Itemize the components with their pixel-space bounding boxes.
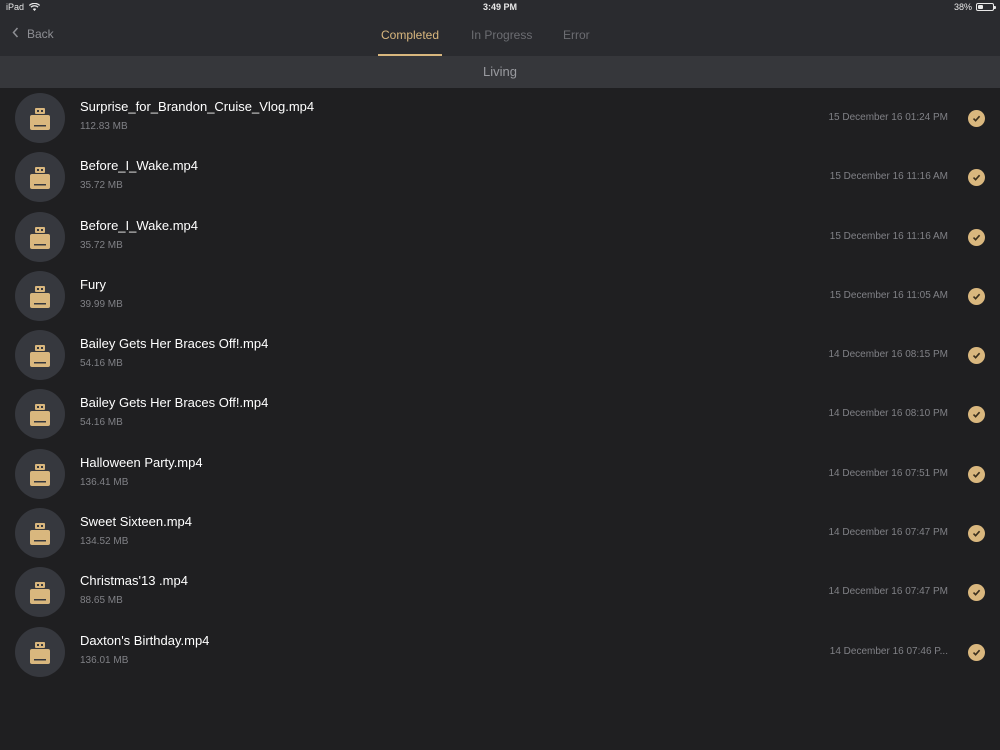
completed-badge bbox=[968, 584, 985, 602]
completed-badge bbox=[968, 465, 985, 483]
item-size: 35.72 MB bbox=[80, 239, 123, 251]
check-icon bbox=[972, 234, 981, 241]
tab-error[interactable]: Error bbox=[563, 28, 590, 42]
device-drive-icon bbox=[30, 463, 50, 486]
battery-level bbox=[978, 5, 983, 9]
item-title: Fury bbox=[80, 276, 106, 292]
device-drive-icon bbox=[30, 345, 50, 368]
app-window: iPad 3:49 PM 38% Back Completed In Progr… bbox=[0, 0, 1000, 750]
list-item[interactable]: Fury 39.99 MB 15 December 16 11:05 AM bbox=[0, 266, 1000, 325]
device-drive-icon bbox=[30, 108, 50, 130]
device-drive-icon bbox=[30, 285, 50, 308]
thumbnail bbox=[15, 211, 65, 262]
item-date: 14 December 16 08:10 PM bbox=[828, 408, 948, 420]
device-drive-icon bbox=[30, 167, 50, 190]
item-size: 136.41 MB bbox=[80, 476, 129, 488]
item-date: 14 December 16 07:47 PM bbox=[828, 527, 948, 539]
thumbnail bbox=[15, 626, 65, 677]
item-size: 39.99 MB bbox=[80, 298, 123, 310]
check-icon bbox=[972, 530, 981, 537]
thumbnail bbox=[15, 389, 65, 440]
item-title: Before_I_Wake.mp4 bbox=[80, 217, 199, 233]
item-size: 134.52 MB bbox=[80, 536, 129, 548]
battery-icon bbox=[976, 3, 996, 11]
thumbnail bbox=[15, 270, 65, 321]
list-item[interactable]: Before_I_Wake.mp4 35.72 MB 15 December 16 … bbox=[0, 147, 1000, 206]
device-drive-icon bbox=[30, 641, 50, 664]
completed-badge bbox=[968, 347, 985, 365]
section-header: Living bbox=[0, 56, 1000, 88]
item-title: Bailey Gets Her Braces Off!.mp4 bbox=[80, 395, 269, 411]
tab-bar: Completed In Progress Error bbox=[0, 15, 1000, 56]
thumbnail bbox=[15, 93, 65, 143]
list-item[interactable]: Christmas'13 .mp4 88.65 MB 14 December 16 … bbox=[0, 562, 1000, 621]
item-date: 14 December 16 07:51 PM bbox=[828, 467, 948, 479]
nav-bar: Back Completed In Progress Error bbox=[0, 15, 1000, 56]
item-date: 14 December 16 07:46 P... bbox=[829, 645, 948, 657]
list-item[interactable]: Halloween Party.mp4 136.41 MB 14 December … bbox=[0, 444, 1000, 503]
thumbnail bbox=[15, 508, 65, 559]
check-icon bbox=[972, 590, 981, 597]
completed-badge bbox=[968, 228, 985, 246]
thumbnail bbox=[15, 330, 65, 381]
item-size: 112.83 MB bbox=[80, 121, 128, 132]
item-date: 15 December 16 11:16 AM bbox=[829, 171, 948, 183]
thumbnail bbox=[15, 567, 65, 618]
item-title: Christmas'13 .mp4 bbox=[80, 573, 188, 589]
device-drive-icon bbox=[30, 404, 50, 427]
list-item[interactable]: Surprise_for_Brandon_Cruise_Vlog.mp4 112.… bbox=[0, 88, 1000, 147]
status-bar: iPad 3:49 PM 38% bbox=[0, 0, 1000, 15]
thumbnail bbox=[15, 152, 65, 203]
list-item[interactable]: Daxton's Birthday.mp4 136.01 MB 14 Decembe… bbox=[0, 622, 1000, 681]
item-size: 35.72 MB bbox=[80, 180, 123, 192]
thumbnail bbox=[15, 448, 65, 499]
check-icon bbox=[972, 412, 981, 419]
item-title: Daxton's Birthday.mp4 bbox=[80, 632, 210, 648]
item-size: 88.65 MB bbox=[80, 595, 123, 607]
list-item[interactable]: Bailey Gets Her Braces Off!.mp4 54.16 MB 1… bbox=[0, 325, 1000, 384]
completed-badge bbox=[968, 406, 985, 424]
tab-completed[interactable]: Completed bbox=[381, 28, 439, 42]
completed-badge bbox=[968, 643, 985, 661]
completed-badge bbox=[968, 110, 985, 127]
battery-percent: 38% bbox=[953, 2, 972, 12]
status-right: 38% bbox=[953, 2, 996, 12]
item-date: 15 December 16 11:05 AM bbox=[829, 289, 948, 301]
item-date: 14 December 16 07:47 PM bbox=[828, 586, 948, 598]
check-icon bbox=[972, 174, 981, 182]
item-title: Sweet Sixteen.mp4 bbox=[80, 514, 193, 530]
check-icon bbox=[972, 115, 981, 122]
item-title: Halloween Party.mp4 bbox=[80, 454, 203, 470]
item-size: 136.01 MB bbox=[80, 654, 129, 666]
status-time: 3:49 PM bbox=[482, 2, 517, 12]
list-item[interactable]: Before_I_Wake.mp4 35.72 MB 15 December 16 … bbox=[0, 207, 1000, 266]
tab-in-progress[interactable]: In Progress bbox=[471, 28, 532, 42]
completed-badge bbox=[968, 525, 985, 543]
device-drive-icon bbox=[30, 226, 50, 249]
list-item[interactable]: Sweet Sixteen.mp4 134.52 MB 14 December 16… bbox=[0, 503, 1000, 562]
item-title: Before_I_Wake.mp4 bbox=[80, 158, 199, 174]
check-icon bbox=[972, 293, 981, 300]
item-title: Bailey Gets Her Braces Off!.mp4 bbox=[80, 336, 269, 352]
item-size: 54.16 MB bbox=[80, 358, 123, 370]
device-drive-icon bbox=[30, 582, 50, 605]
item-date: 14 December 16 08:15 PM bbox=[828, 349, 948, 361]
completed-badge bbox=[968, 287, 985, 305]
device-drive-icon bbox=[30, 523, 50, 546]
check-icon bbox=[972, 471, 981, 478]
download-list: Surprise_for_Brandon_Cruise_Vlog.mp4 112.… bbox=[0, 88, 1000, 681]
item-date: 15 December 16 01:24 PM bbox=[828, 112, 948, 123]
item-title: Surprise_for_Brandon_Cruise_Vlog.mp4 bbox=[80, 99, 315, 114]
item-size: 54.16 MB bbox=[80, 417, 123, 429]
list-item[interactable]: Bailey Gets Her Braces Off!.mp4 54.16 MB 1… bbox=[0, 384, 1000, 443]
check-icon bbox=[972, 352, 981, 360]
item-date: 15 December 16 11:16 AM bbox=[829, 230, 948, 242]
check-icon bbox=[972, 649, 981, 656]
completed-badge bbox=[968, 169, 985, 187]
